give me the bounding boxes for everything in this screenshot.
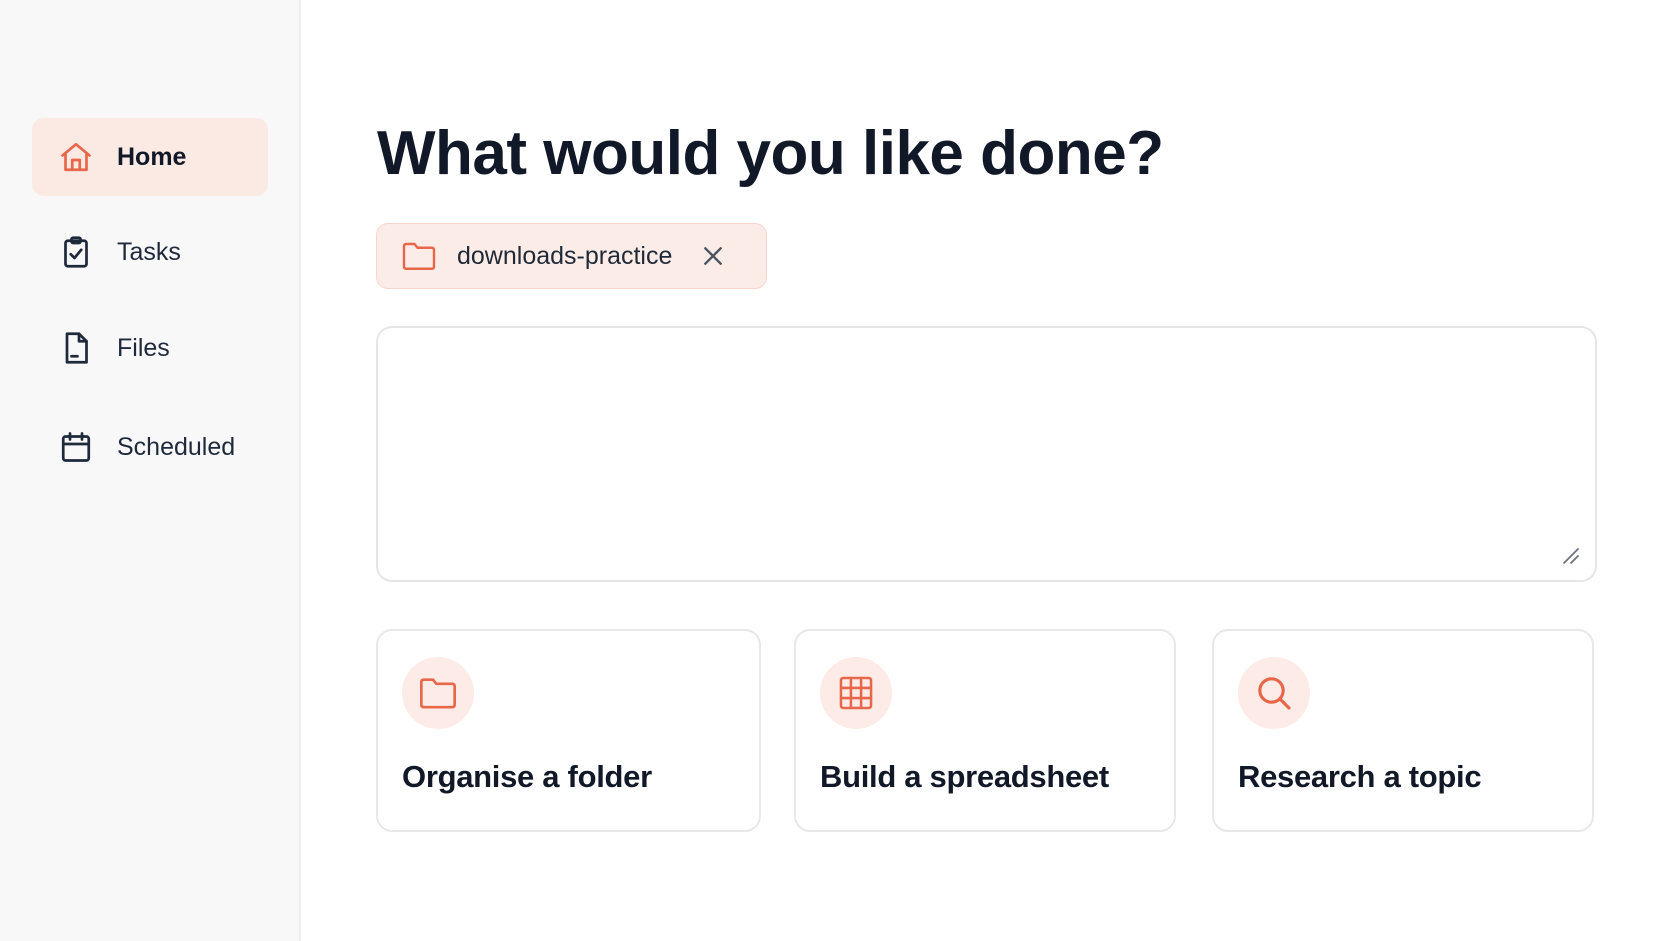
folder-chip: downloads-practice	[376, 223, 767, 289]
suggestion-card-label: Build a spreadsheet	[820, 759, 1109, 794]
folder-chip-label: downloads-practice	[457, 241, 673, 270]
folder-icon	[402, 657, 474, 729]
sidebar-item-label: Files	[117, 333, 170, 362]
sidebar-item-home[interactable]: Home	[32, 118, 268, 196]
suggestion-card-label: Research a topic	[1238, 759, 1482, 794]
table-grid-icon	[820, 657, 892, 729]
prompt-input[interactable]	[378, 328, 1595, 580]
folder-icon	[401, 239, 439, 273]
file-icon	[58, 330, 94, 366]
sidebar-item-files[interactable]: Files	[32, 309, 268, 387]
sidebar-item-label: Tasks	[117, 237, 181, 266]
app-window: Home Tasks Files Scheduled What would yo…	[0, 0, 1672, 941]
sidebar-item-scheduled[interactable]: Scheduled	[32, 408, 268, 486]
sidebar-item-label: Scheduled	[117, 432, 236, 461]
sidebar: Home Tasks Files Scheduled	[0, 0, 301, 941]
page-title: What would you like done?	[377, 119, 1164, 188]
prompt-box	[376, 326, 1597, 582]
home-icon	[58, 139, 94, 175]
resize-handle-icon[interactable]	[1559, 544, 1581, 566]
suggestion-card-label: Organise a folder	[402, 759, 652, 794]
clipboard-check-icon	[58, 234, 94, 270]
calendar-icon	[58, 429, 94, 465]
sidebar-item-tasks[interactable]: Tasks	[32, 213, 268, 291]
close-icon[interactable]	[700, 243, 726, 269]
search-icon	[1238, 657, 1310, 729]
suggestion-card-research-topic[interactable]: Research a topic	[1212, 629, 1594, 832]
suggestion-card-organise-folder[interactable]: Organise a folder	[376, 629, 761, 832]
sidebar-item-label: Home	[117, 142, 187, 171]
suggestion-card-build-spreadsheet[interactable]: Build a spreadsheet	[794, 629, 1176, 832]
